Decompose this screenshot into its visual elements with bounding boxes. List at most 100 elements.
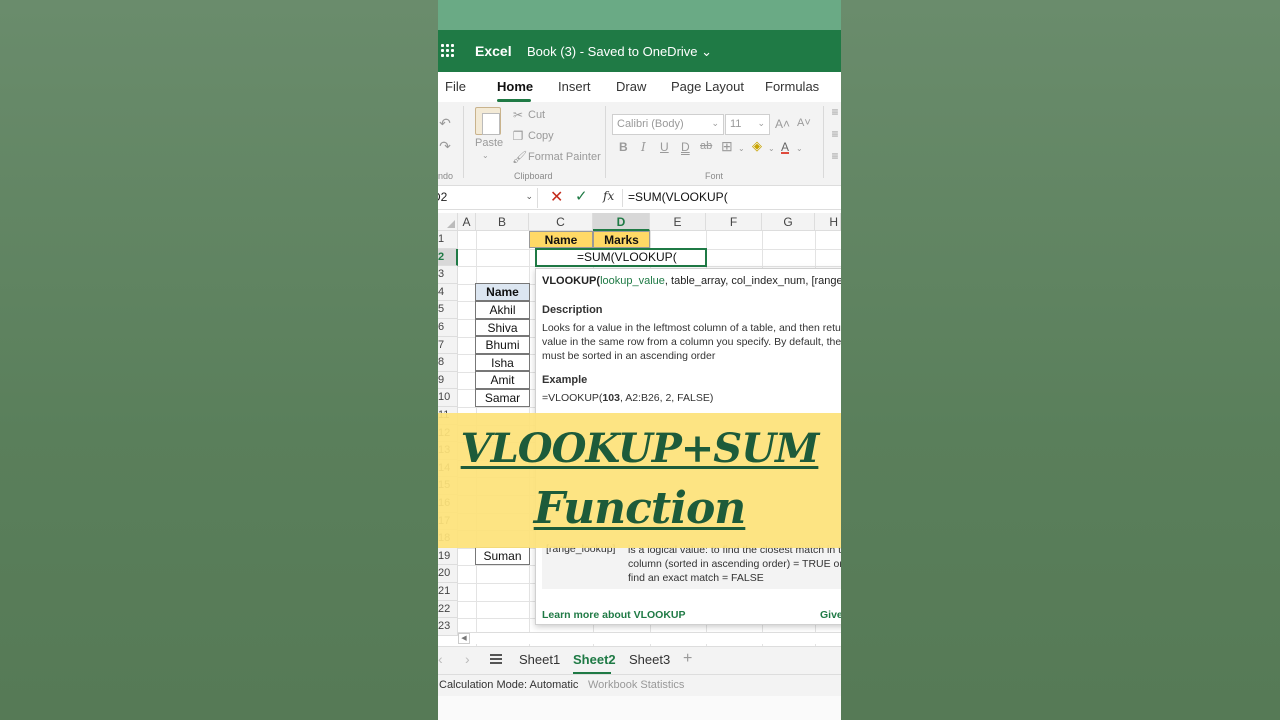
sheet-tab-1[interactable]: Sheet1 xyxy=(519,652,560,667)
tab-insert[interactable]: Insert xyxy=(558,79,591,94)
select-all-button[interactable] xyxy=(438,213,458,231)
sheet-tabs-bar: ‹ › Sheet1 Sheet2 Sheet3 + xyxy=(438,646,841,674)
chevron-down-icon[interactable]: ⌄ xyxy=(738,144,745,153)
scroll-left-icon[interactable]: ◀ xyxy=(458,633,470,644)
column-header-f[interactable]: F xyxy=(706,213,762,231)
cell-b8[interactable]: Isha xyxy=(475,353,530,372)
italic-button[interactable]: I xyxy=(641,140,646,154)
enter-icon[interactable]: ✓ xyxy=(575,187,588,205)
background-left xyxy=(0,0,438,720)
add-sheet-button[interactable]: + xyxy=(683,650,692,668)
row-header-3[interactable]: 3 xyxy=(438,266,458,284)
align-icon[interactable]: ≡ xyxy=(829,106,841,118)
title-bar: Excel Book (3) - Saved to OneDrive ⌄ xyxy=(438,30,841,72)
column-header-g[interactable]: G xyxy=(762,213,815,231)
chevron-right-icon[interactable]: › xyxy=(465,651,470,667)
cell-b10[interactable]: Samar xyxy=(475,389,530,407)
status-strip xyxy=(438,0,841,30)
cut-button[interactable]: Cut xyxy=(528,109,545,121)
chevron-left-icon[interactable]: ‹ xyxy=(438,651,443,667)
column-header-a[interactable]: A xyxy=(458,213,476,231)
row-header-20[interactable]: 20 xyxy=(438,565,458,583)
align-icon[interactable]: ≡ xyxy=(829,150,841,162)
font-size-select[interactable]: 11 ⌄ xyxy=(725,114,770,135)
fill-color-icon[interactable]: ◈ xyxy=(752,138,762,154)
row-header-23[interactable]: 23 xyxy=(438,618,458,636)
tab-formulas[interactable]: Formulas xyxy=(765,79,819,94)
horizontal-scrollbar[interactable]: ◀ xyxy=(458,632,841,644)
column-header-e[interactable]: E xyxy=(650,213,706,231)
tab-home[interactable]: Home xyxy=(497,79,533,94)
formula-input[interactable]: =SUM(VLOOKUP( xyxy=(628,190,728,204)
chevron-down-icon[interactable]: ⌄ xyxy=(796,144,803,153)
row-header-9[interactable]: 9 xyxy=(438,371,458,390)
row-header-5[interactable]: 5 xyxy=(438,301,458,319)
learn-more-link[interactable]: Learn more about VLOOKUP xyxy=(542,609,686,621)
cell-b4[interactable]: Name xyxy=(475,283,530,301)
app-launcher-icon[interactable] xyxy=(441,44,455,58)
row-header-7[interactable]: 7 xyxy=(438,336,458,355)
redo-icon[interactable]: ↷ xyxy=(439,139,451,153)
clipboard-group-label: Clipboard xyxy=(514,171,553,181)
paste-button[interactable]: Paste xyxy=(475,137,503,149)
status-bar: Calculation Mode: Automatic Workbook Sta… xyxy=(438,674,841,696)
row-header-8[interactable]: 8 xyxy=(438,354,458,372)
cell-d1[interactable]: Marks xyxy=(593,231,650,248)
align-icon[interactable]: ≡ xyxy=(829,128,841,140)
cell-c1[interactable]: Name xyxy=(529,231,593,248)
cell-b9[interactable]: Amit xyxy=(475,371,530,389)
cell-b6[interactable]: Shiva xyxy=(475,318,530,337)
description-line: value in the same row from a column you … xyxy=(542,336,841,348)
description-line: must be sorted in an ascending order xyxy=(542,350,716,362)
cell-b19[interactable]: Suman xyxy=(475,547,530,565)
workbook-statistics[interactable]: Workbook Statistics xyxy=(588,679,684,691)
row-header-10[interactable]: 10 xyxy=(438,389,458,407)
tab-draw[interactable]: Draw xyxy=(616,79,646,94)
divider xyxy=(605,106,606,178)
copy-button[interactable]: Copy xyxy=(528,130,554,142)
bold-button[interactable]: B xyxy=(619,140,628,154)
sheet-tab-3[interactable]: Sheet3 xyxy=(629,652,670,667)
row-header-22[interactable]: 22 xyxy=(438,600,458,619)
shrink-font-button[interactable]: A˅ xyxy=(797,117,811,129)
undo-group-label: ndo xyxy=(438,171,454,181)
paste-icon[interactable] xyxy=(475,107,501,135)
cancel-icon[interactable]: ✕ xyxy=(550,187,563,207)
cell-b7[interactable]: Bhumi xyxy=(475,336,530,354)
double-underline-button[interactable]: D xyxy=(681,140,690,154)
tab-file[interactable]: File xyxy=(445,79,466,94)
row-header-4[interactable]: 4 xyxy=(438,283,458,302)
row-header-2[interactable]: 2 xyxy=(438,248,458,267)
font-name-select[interactable]: Calibri (Body) ⌄ xyxy=(612,114,724,135)
function-name: VLOOKUP( xyxy=(542,275,601,287)
borders-icon[interactable]: ⊞ xyxy=(721,138,733,155)
give-feedback-link[interactable]: Give xyxy=(820,609,841,621)
column-header-b[interactable]: B xyxy=(476,213,529,231)
divider xyxy=(622,189,623,207)
grow-font-button[interactable]: A˄ xyxy=(775,117,790,131)
active-cell-d2[interactable]: =SUM(VLOOKUP( xyxy=(535,248,707,267)
row-header-6[interactable]: 6 xyxy=(438,319,458,337)
strikethrough-button[interactable]: ab xyxy=(700,140,712,152)
underline-button[interactable]: U xyxy=(660,140,669,154)
row-header-21[interactable]: 21 xyxy=(438,583,458,601)
cell-b5[interactable]: Akhil xyxy=(475,301,530,319)
column-header-h[interactable]: H xyxy=(815,213,841,231)
format-painter-button[interactable]: Format Painter xyxy=(528,151,601,163)
all-sheets-icon[interactable] xyxy=(490,654,502,664)
background-right xyxy=(841,0,1280,720)
calculation-mode[interactable]: Calculation Mode: Automatic xyxy=(439,679,578,691)
font-color-icon[interactable]: A xyxy=(781,140,789,154)
row-header-19[interactable]: 19 xyxy=(438,547,458,566)
tab-page-layout[interactable]: Page Layout xyxy=(671,79,744,94)
document-title[interactable]: Book (3) - Saved to OneDrive ⌄ xyxy=(527,44,712,60)
sheet-tab-2[interactable]: Sheet2 xyxy=(573,652,616,667)
name-box[interactable]: D2 ⌄ xyxy=(438,188,538,208)
paste-dropdown-icon[interactable]: ⌄ xyxy=(482,151,489,160)
row-header-1[interactable]: 1 xyxy=(438,231,458,249)
chevron-down-icon[interactable]: ⌄ xyxy=(768,144,775,153)
column-header-c[interactable]: C xyxy=(529,213,593,231)
insert-function-icon[interactable]: fx xyxy=(603,189,614,203)
column-header-d[interactable]: D xyxy=(593,213,650,231)
undo-icon[interactable]: ↶ xyxy=(439,116,451,130)
